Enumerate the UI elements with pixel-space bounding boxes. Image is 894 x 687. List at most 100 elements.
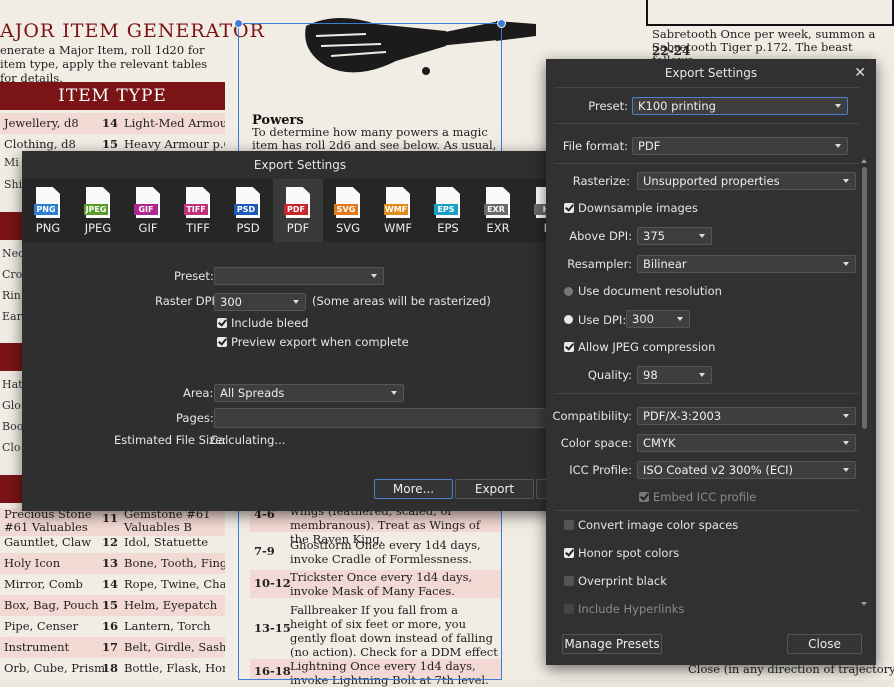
table-row: Pipe, Censer 16 Lantern, Torch xyxy=(4,619,211,633)
table-row: Holy Icon13Bone, Tooth, Finger xyxy=(0,553,225,574)
above-dpi-dropdown[interactable]: 375 xyxy=(637,227,712,245)
format-label: PDF xyxy=(286,221,310,235)
chevron-down-icon xyxy=(293,300,299,304)
chevron-down-icon xyxy=(843,262,849,266)
close-button[interactable]: Close xyxy=(787,634,862,654)
format-label: WMF xyxy=(384,221,412,235)
file-size-value: Calculating... xyxy=(210,433,286,447)
chevron-down-icon xyxy=(835,104,841,108)
format-label: EPS xyxy=(437,221,459,235)
table-row: Box, Bag, Pouch 15 Helm, Eyepatch xyxy=(0,595,225,616)
decorative-frame xyxy=(646,0,894,26)
compatibility-dropdown[interactable]: PDF/X-3:2003 xyxy=(637,407,856,425)
overprint-black-label: Overprint black xyxy=(578,574,667,588)
format-exr[interactable]: EXR EXR xyxy=(473,179,523,242)
selection-handle[interactable] xyxy=(497,19,506,28)
raster-dpi-label: Raster DPI: xyxy=(155,294,219,308)
intro-text: enerate a Major Item, roll 1d20 for item… xyxy=(0,43,208,85)
include-hyperlinks-checkbox[interactable] xyxy=(564,604,574,614)
chevron-down-icon xyxy=(677,317,683,321)
file-type-tag: EPS xyxy=(434,204,458,215)
more-button[interactable]: More... xyxy=(374,479,453,499)
format-pdf[interactable]: PDF PDF xyxy=(273,179,323,242)
color-space-dropdown[interactable]: CMYK xyxy=(637,434,856,452)
preset-dropdown[interactable]: K100 printing xyxy=(632,97,848,115)
format-tiff[interactable]: TIFF TIFF xyxy=(173,179,223,242)
export-settings-dialog-more: Export Settings ✕ Preset: K100 printing … xyxy=(546,59,876,665)
close-icon[interactable]: ✕ xyxy=(854,65,866,81)
file-type-tag: PDF xyxy=(284,204,308,215)
chevron-down-icon xyxy=(843,441,849,445)
table-row: Mirror, Comb14Rope, Twine, Chain xyxy=(4,577,225,591)
divider xyxy=(554,510,860,511)
chevron-down-icon xyxy=(371,274,377,278)
include-bleed-checkbox[interactable] xyxy=(217,318,227,328)
fragment-text: Nec xyxy=(2,247,25,260)
export-button[interactable]: Export xyxy=(455,479,534,499)
file-format-dropdown[interactable]: PDF xyxy=(632,137,848,155)
preset-dropdown[interactable] xyxy=(214,267,384,285)
convert-color-spaces-checkbox[interactable] xyxy=(564,520,574,530)
icc-profile-dropdown[interactable]: ISO Coated v2 300% (ECI) xyxy=(637,461,856,479)
manage-presets-button[interactable]: Manage Presets xyxy=(562,634,662,654)
divider xyxy=(554,393,860,394)
divider xyxy=(554,87,860,88)
fragment-text: Mi xyxy=(4,156,19,169)
format-wmf[interactable]: WMF WMF xyxy=(373,179,423,242)
file-type-tag: JPEG xyxy=(84,204,108,215)
format-label: PNG xyxy=(35,221,61,235)
scroll-up-icon[interactable] xyxy=(861,159,867,163)
divider xyxy=(554,123,860,124)
area-dropdown[interactable]: All Spreads xyxy=(214,384,404,402)
quality-dropdown[interactable]: 98 xyxy=(637,366,712,384)
section-band xyxy=(0,475,22,503)
fragment-text: Cro xyxy=(2,268,23,281)
right-column-number: 22-24 xyxy=(652,44,691,58)
use-dpi-dropdown[interactable]: 300 xyxy=(626,310,690,328)
fragment-text: Glo xyxy=(2,399,21,412)
file-type-tag: WMF xyxy=(384,204,408,215)
format-svg[interactable]: SVG SVG xyxy=(323,179,373,242)
scroll-down-icon[interactable] xyxy=(861,602,867,606)
chevron-down-icon xyxy=(835,144,841,148)
resampler-label: Resampler: xyxy=(567,257,632,271)
allow-jpeg-checkbox[interactable] xyxy=(564,342,574,352)
file-type-tag: TIFF xyxy=(184,204,208,215)
use-document-resolution-radio[interactable] xyxy=(564,287,573,296)
scrollbar[interactable] xyxy=(862,167,867,429)
downsample-checkbox[interactable] xyxy=(564,203,574,213)
pages-input[interactable] xyxy=(214,408,554,428)
format-label: GIF xyxy=(138,221,158,235)
file-type-tag: PSD xyxy=(234,204,258,215)
export-settings-dialog-compact: Export Settings PNG PNG JPEG JPEG GIF GIF TIFF… xyxy=(22,151,578,511)
format-png[interactable]: PNG PNG xyxy=(23,179,73,242)
table-row: Jewellery, d814Light-Med Armour p.61 xyxy=(0,113,225,134)
table-row: Gauntlet, Claw 12 Idol, Statuette xyxy=(4,535,209,549)
format-strip: PNG PNG JPEG JPEG GIF GIF TIFF TIFF PSD PSD PDF PDF… xyxy=(22,179,578,242)
fragment-text: Ear xyxy=(2,310,22,323)
file-type-tag: SVG xyxy=(334,204,358,215)
use-dpi-radio[interactable] xyxy=(564,315,573,324)
format-jpeg[interactable]: JPEG JPEG xyxy=(73,179,123,242)
honor-spot-colors-checkbox[interactable] xyxy=(564,548,574,558)
format-psd[interactable]: PSD PSD xyxy=(223,179,273,242)
preset-label: Preset: xyxy=(174,269,214,283)
selection-handle[interactable] xyxy=(234,19,243,28)
overprint-black-checkbox[interactable] xyxy=(564,576,574,586)
rasterize-dropdown[interactable]: Unsupported properties xyxy=(637,172,856,190)
embed-icc-checkbox[interactable] xyxy=(639,492,649,502)
format-gif[interactable]: GIF GIF xyxy=(123,179,173,242)
preview-export-checkbox[interactable] xyxy=(217,337,227,347)
chevron-down-icon xyxy=(391,391,397,395)
color-space-label: Color space: xyxy=(560,436,632,450)
resampler-dropdown[interactable]: Bilinear xyxy=(637,255,856,273)
format-eps[interactable]: EPS EPS xyxy=(423,179,473,242)
raster-dpi-dropdown[interactable]: 300 xyxy=(214,293,306,311)
format-label: PSD xyxy=(236,221,260,235)
above-dpi-label: Above DPI: xyxy=(569,229,632,243)
section-band xyxy=(0,212,22,240)
dialog-title: Export Settings xyxy=(664,66,758,80)
chevron-down-icon xyxy=(843,468,849,472)
divider xyxy=(554,163,860,164)
fragment-text: Boo xyxy=(2,420,24,433)
